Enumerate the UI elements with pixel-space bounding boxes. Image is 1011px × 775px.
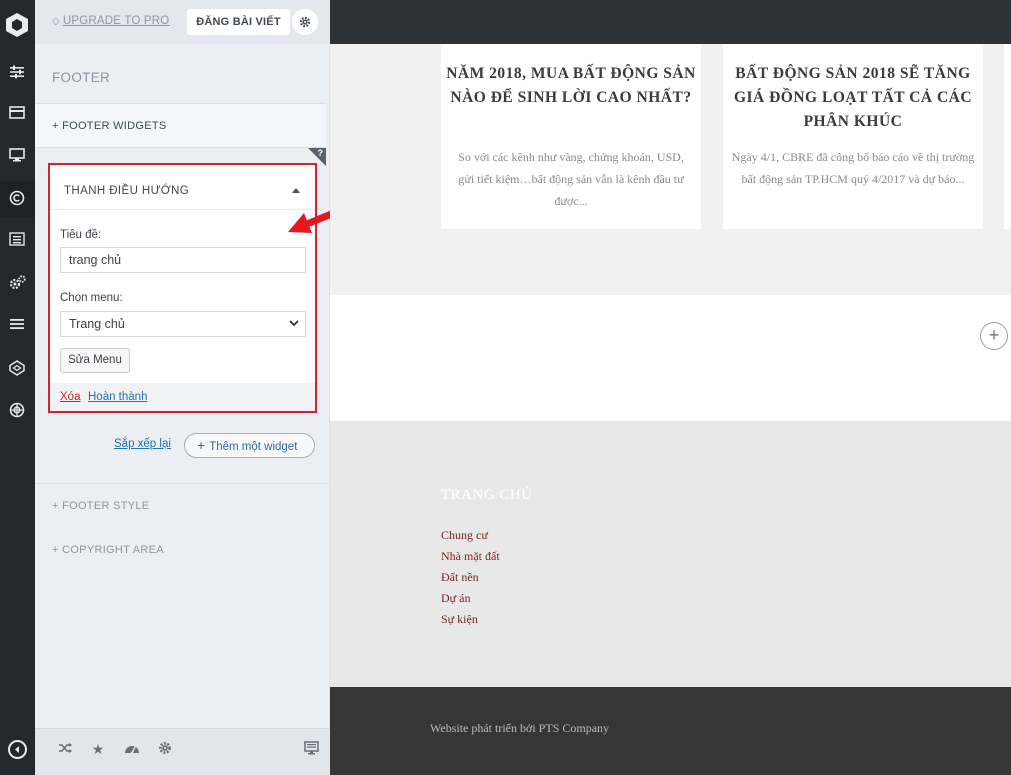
desktop-preview-icon[interactable]	[303, 741, 319, 757]
support-icon[interactable]	[7, 402, 27, 420]
menu-select[interactable]: Trang chủ	[60, 311, 306, 337]
help-corner-label: ?	[317, 148, 324, 158]
post-title[interactable]: BẤT ĐỘNG SẢN 2018 SẼ TĂNG GIÁ ĐỒNG LOẠT …	[723, 62, 983, 134]
navigation-widget: THANH ĐIỀU HƯỚNG Tiêu đề: Chọn menu: Tra…	[48, 163, 317, 413]
upgrade-link[interactable]: ◇ UPGRADE TO PRO	[52, 15, 169, 27]
sliders-icon[interactable]	[7, 65, 27, 83]
post-title[interactable]: NĂM 2018, MUA BẤT ĐỘNG SẢN NÀO ĐỂ SINH L…	[441, 62, 701, 110]
list-panel-icon[interactable]	[7, 232, 27, 250]
footer-style-section[interactable]: + FOOTER STYLE	[52, 500, 149, 512]
collapse-icon[interactable]	[8, 740, 27, 759]
footer-widgets-area	[330, 421, 1011, 687]
diamond-icon: ◇	[52, 16, 60, 27]
footer-link[interactable]: Dự án	[441, 591, 471, 606]
menu-select-value: Trang chủ	[69, 317, 125, 331]
widget-header[interactable]: THANH ĐIỀU HƯỚNG	[50, 171, 315, 210]
settings-button[interactable]	[292, 9, 318, 35]
panel-header: ◇ UPGRADE TO PRO ĐĂNG BÀI VIẾT	[35, 0, 330, 44]
monitor-icon[interactable]	[7, 148, 27, 166]
post-card[interactable]: NĂM 2018, MUA BẤT ĐỘNG SẢN NÀO ĐỂ SINH L…	[441, 44, 701, 229]
section-title: FOOTER	[52, 70, 111, 85]
add-widget-label: Thêm một widget	[209, 441, 298, 453]
title-input[interactable]	[60, 247, 306, 273]
dashboard-icon[interactable]	[124, 741, 140, 757]
edit-menu-button[interactable]: Sửa Menu	[60, 348, 130, 373]
post-card-partial	[1004, 44, 1011, 229]
credit-text: Website phát triển bởi PTS Company	[430, 721, 610, 735]
card-icon[interactable]	[7, 106, 27, 124]
gear-icon[interactable]	[157, 741, 173, 757]
add-section-icon[interactable]: +	[980, 322, 1008, 350]
codepen-icon[interactable]	[7, 360, 27, 378]
footer-widgets-label: + FOOTER WIDGETS	[52, 120, 167, 132]
footer-link[interactable]: Sự kiện	[441, 612, 478, 627]
divider	[35, 483, 330, 484]
gears-icon[interactable]	[7, 275, 27, 293]
app-logo-icon[interactable]	[5, 12, 29, 38]
footer-link[interactable]: Chung cư	[441, 528, 488, 543]
icon-rail	[0, 0, 35, 775]
widget-title: THANH ĐIỀU HƯỚNG	[64, 185, 190, 197]
menu-field-label: Chọn menu:	[60, 292, 123, 304]
publish-button[interactable]: ĐĂNG BÀI VIẾT	[187, 9, 290, 35]
panel-footer-toolbar: ★	[35, 728, 330, 775]
menu-lines-icon[interactable]	[7, 318, 27, 336]
preview-topbar	[330, 0, 1011, 44]
plus-icon: +	[197, 437, 206, 453]
gear-icon	[299, 16, 311, 28]
copyright-icon[interactable]	[7, 190, 27, 208]
footer-link[interactable]: Đất nền	[441, 570, 479, 585]
add-widget-button[interactable]: + Thêm một widget	[184, 433, 315, 458]
post-card[interactable]: BẤT ĐỘNG SẢN 2018 SẼ TĂNG GIÁ ĐỒNG LOẠT …	[723, 44, 983, 229]
title-field-label: Tiêu đề:	[60, 229, 102, 241]
shuffle-icon[interactable]	[57, 741, 73, 757]
star-icon[interactable]: ★	[90, 741, 106, 757]
reorder-link[interactable]: Sắp xếp lại	[114, 438, 171, 450]
copyright-area-section[interactable]: + COPYRIGHT AREA	[52, 544, 164, 556]
site-preview: NĂM 2018, MUA BẤT ĐỘNG SẢN NÀO ĐỂ SINH L…	[330, 0, 1011, 775]
post-excerpt: Ngày 4/1, CBRE đã công bố báo cáo về thị…	[731, 150, 975, 186]
upgrade-label: UPGRADE TO PRO	[62, 15, 170, 27]
chevron-down-icon	[289, 320, 299, 327]
customizer-panel: ◇ UPGRADE TO PRO ĐĂNG BÀI VIẾT FOOTER + F…	[35, 0, 330, 775]
footer-menu-title: TRANG CHỦ	[441, 487, 533, 503]
footer-widgets-section[interactable]: + FOOTER WIDGETS	[35, 103, 326, 148]
collapse-caret-icon[interactable]	[292, 188, 300, 193]
widget-actions: Xóa Hoàn thành	[50, 383, 315, 411]
post-excerpt: So với các kênh như vàng, chứng khoán, U…	[458, 150, 684, 208]
done-link[interactable]: Hoàn thành	[88, 391, 147, 403]
content-band	[330, 295, 1011, 421]
footer-link[interactable]: Nhà mặt đất	[441, 549, 500, 564]
delete-link[interactable]: Xóa	[60, 391, 80, 403]
